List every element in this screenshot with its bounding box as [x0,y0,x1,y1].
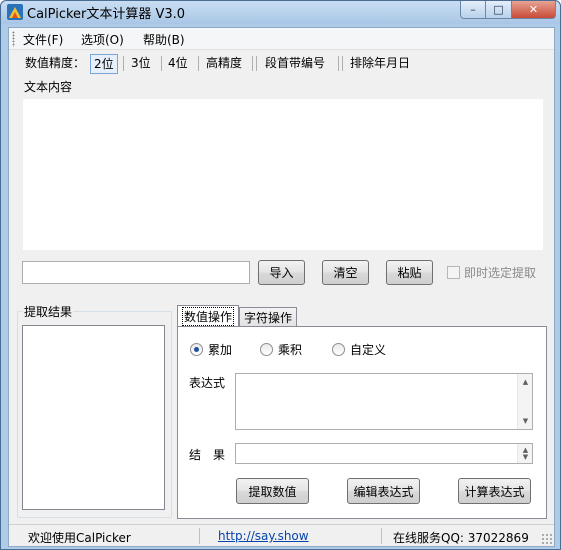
high-precision-button[interactable]: 高精度 [204,54,244,74]
toolbar-separator [342,56,343,71]
welcome-text: 欢迎使用CalPicker [28,531,131,545]
toolbar-separator [198,56,199,71]
window-title: CalPicker文本计算器 V3.0 [27,7,186,22]
menu-options[interactable]: 选项(O) [81,31,124,48]
toolbar-separator [256,56,257,71]
toolbar-separator [123,56,124,71]
product-label: 乘积 [278,343,303,357]
title-bar[interactable]: CalPicker文本计算器 V3.0 – □ ✕ [1,1,560,24]
expression-scrollbar[interactable]: ▲ ▼ [517,374,532,429]
maximize-button[interactable]: □ [486,1,512,19]
calc-expression-button[interactable]: 计算表达式 [458,478,531,504]
product-radio[interactable] [260,343,273,356]
tab-string-ops[interactable]: 字符操作 [239,307,298,327]
menu-help[interactable]: 帮助(B) [143,31,185,48]
menu-file[interactable]: 文件(F) [23,31,63,48]
sum-radio[interactable] [190,343,203,356]
clear-button[interactable]: 清空 [322,260,369,285]
minimize-icon: – [470,3,476,16]
custom-radio[interactable] [332,343,345,356]
instant-extract-label: 即时选定提取 [464,266,537,280]
result-label: 提取结果 [23,303,74,320]
toolbar-separator [252,56,253,71]
expression-input[interactable]: ▲ ▼ [235,373,533,430]
instant-extract-checkbox[interactable] [447,266,460,279]
tab-numeric-ops[interactable]: 数值操作 [177,305,240,327]
file-path-input[interactable] [22,261,250,284]
precision-label: 数值精度： [25,56,86,70]
maximize-icon: □ [493,3,504,16]
numeric-ops-panel: 累加 乘积 自定义 表达式 ▲ ▼ 结 果 ▲ ▼ 提取数值 编辑表达式 计算表… [177,326,547,519]
sum-label: 累加 [208,343,233,357]
scroll-down-icon[interactable]: ▼ [518,416,533,426]
website-link[interactable]: http://say.show [218,529,309,543]
precision-3-button[interactable]: 3位 [129,54,153,74]
exclude-date-button[interactable]: 排除年月日 [348,54,412,74]
resize-grip-icon[interactable] [541,533,552,544]
app-window: CalPicker文本计算器 V3.0 – □ ✕ 文件(F) 选项(O) 帮助… [0,0,561,550]
app-logo-icon [7,4,23,20]
paragraph-number-button[interactable]: 段首带编号 [263,54,327,74]
menu-bar: 文件(F) 选项(O) 帮助(B) [9,28,554,50]
minimize-button[interactable]: – [460,1,486,19]
tab-numeric-ops-label: 数值操作 [182,307,235,326]
client-area: 文件(F) 选项(O) 帮助(B) 数值精度： 2位 3位 4位 高精度 段首带… [8,27,555,547]
expression-label: 表达式 [189,376,226,390]
custom-label: 自定义 [350,343,387,357]
paste-button[interactable]: 粘贴 [386,260,433,285]
extract-values-button[interactable]: 提取数值 [236,478,309,504]
qq-service-text: 在线服务QQ: 37022869 [393,531,529,545]
result-spinner[interactable]: ▲ ▼ [517,444,532,463]
menu-grip-icon [12,31,15,47]
toolbar-separator [161,56,162,71]
result-list[interactable] [22,325,165,510]
radio-selected-dot [194,347,199,352]
spin-down-icon[interactable]: ▼ [518,452,533,462]
text-content-label: 文本内容 [23,78,74,95]
status-separator [199,528,200,544]
text-content-area[interactable] [22,98,544,251]
precision-toolbar: 数值精度： 2位 3位 4位 高精度 段首带编号 排除年月日 [9,50,554,76]
result-output[interactable]: ▲ ▼ [235,443,533,464]
status-separator [381,528,382,544]
toolbar-separator [338,56,339,71]
precision-2-button[interactable]: 2位 [90,54,118,74]
scroll-up-icon[interactable]: ▲ [518,377,533,387]
close-icon: ✕ [528,3,539,16]
status-bar: 欢迎使用CalPicker http://say.show 在线服务QQ: 37… [9,524,554,546]
result-field-label: 结 果 [189,448,226,462]
precision-4-button[interactable]: 4位 [166,54,190,74]
import-button[interactable]: 导入 [258,260,305,285]
edit-expression-button[interactable]: 编辑表达式 [347,478,420,504]
tab-string-ops-label: 字符操作 [244,311,293,325]
close-button[interactable]: ✕ [512,1,556,19]
